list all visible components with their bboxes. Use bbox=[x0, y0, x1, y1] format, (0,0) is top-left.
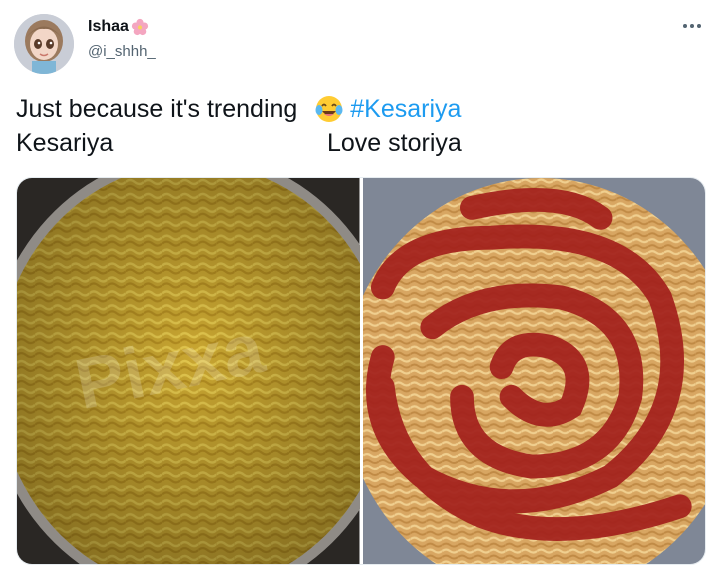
media-photo-left[interactable]: Pixxa bbox=[17, 178, 360, 564]
plain-noodles-image: Pixxa bbox=[17, 178, 360, 564]
tweet-header: Ishaa @i_shhh_ bbox=[0, 0, 720, 90]
face-with-tears-of-joy-emoji bbox=[315, 96, 343, 122]
more-options-icon[interactable] bbox=[678, 14, 706, 38]
ketchup-noodles-image bbox=[362, 178, 705, 564]
tweet-line-1: Just because it's trending #Kesariya bbox=[16, 92, 461, 126]
dot bbox=[690, 24, 694, 28]
handle[interactable]: @i_shhh_ bbox=[88, 43, 156, 60]
tweet-line-2: Kesariya Love storiya bbox=[16, 126, 462, 160]
dot bbox=[683, 24, 687, 28]
tweet-line-1-text: Just because it's trending bbox=[16, 95, 305, 123]
hashtag-link[interactable]: #Kesariya bbox=[350, 92, 461, 126]
display-name[interactable]: Ishaa bbox=[88, 18, 149, 36]
cherry-blossom-icon bbox=[131, 18, 149, 36]
tweet-line-2-right: Love storiya bbox=[327, 129, 462, 157]
tweet-line-2-left: Kesariya bbox=[16, 129, 114, 157]
avatar[interactable] bbox=[14, 14, 74, 74]
dot bbox=[697, 24, 701, 28]
media-photo-right[interactable] bbox=[362, 178, 705, 564]
display-name-text[interactable]: Ishaa bbox=[88, 18, 129, 36]
media-grid: Pixxa bbox=[16, 177, 706, 565]
tweet-text: Just because it's trending #Kesariya Kes… bbox=[16, 92, 462, 160]
avatar-doll-icon bbox=[14, 14, 74, 74]
